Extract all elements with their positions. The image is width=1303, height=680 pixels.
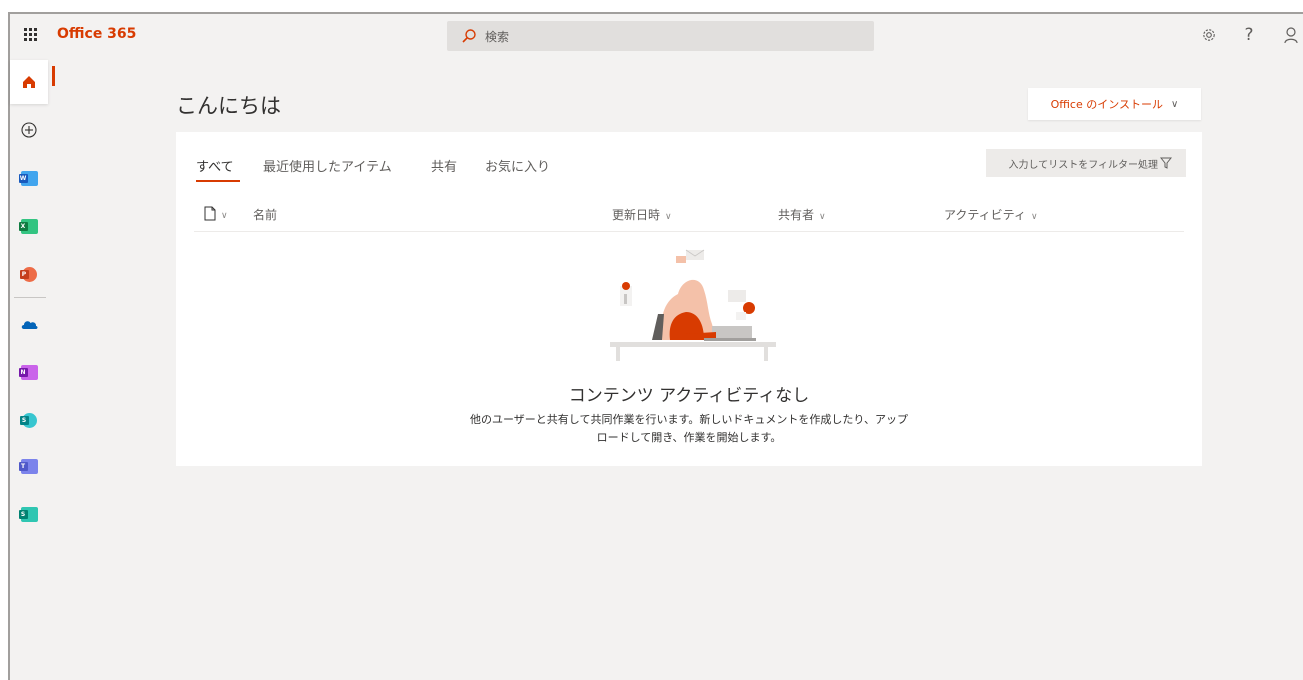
rail-onenote-button[interactable]: N: [10, 352, 48, 392]
rail-sway-button[interactable]: S: [10, 494, 48, 534]
documents-card: すべて 最近使用したアイテム 共有 お気に入り 入力してリストをフィルター処理 …: [176, 132, 1202, 466]
file-type-column-header[interactable]: ∨: [204, 206, 228, 221]
home-icon: [23, 76, 35, 88]
brand-title[interactable]: Office 365: [57, 26, 136, 42]
name-column-header[interactable]: 名前: [253, 206, 277, 223]
empty-state-line-1: 他のユーザーと共有して共同作業を行います。新しいドキュメントを作成したり、アップ: [470, 413, 908, 426]
document-icon: [204, 206, 216, 221]
word-icon: W: [18, 170, 38, 186]
help-icon[interactable]: ?: [1238, 24, 1260, 46]
filter-icon: [1160, 157, 1172, 169]
modified-column-header[interactable]: 更新日時 ∨: [612, 206, 672, 223]
tab-recent[interactable]: 最近使用したアイテム: [263, 156, 392, 175]
filter-input[interactable]: 入力してリストをフィルター処理: [986, 149, 1186, 177]
tab-all[interactable]: すべて: [196, 156, 234, 175]
shared-by-column-header[interactable]: 共有者 ∨: [778, 206, 826, 223]
sway-icon: S: [18, 506, 38, 522]
excel-icon: X: [18, 218, 38, 234]
modified-column-label: 更新日時: [612, 208, 661, 222]
shared-by-column-label: 共有者: [778, 208, 815, 222]
powerpoint-icon: P: [19, 266, 37, 282]
teams-icon: T: [18, 458, 38, 474]
onedrive-icon: [21, 321, 38, 329]
install-office-label: Office のインストール: [1050, 98, 1164, 111]
rail-sharepoint-button[interactable]: S: [10, 400, 48, 440]
chevron-down-icon: ∨: [1171, 98, 1179, 110]
sharepoint-icon: S: [19, 412, 37, 428]
app-launcher-icon[interactable]: [24, 28, 38, 42]
create-icon: [21, 122, 37, 138]
empty-state-description: 他のユーザーと共有して共同作業を行います。新しいドキュメントを作成したり、アップ…: [426, 411, 952, 447]
rail-onedrive-button[interactable]: [10, 304, 48, 344]
onenote-icon: N: [18, 364, 38, 380]
empty-state-title: コンテンツ アクティビティなし: [568, 386, 810, 406]
app-rail: W X P N S T S: [10, 58, 55, 680]
activity-column-label: アクティビティ: [944, 208, 1026, 222]
account-icon[interactable]: [1280, 24, 1302, 46]
search-placeholder: 検索: [485, 30, 510, 44]
tab-favorites[interactable]: お気に入り: [485, 156, 550, 175]
active-tab-underline: [196, 180, 240, 182]
rail-teams-button[interactable]: T: [10, 446, 48, 486]
filter-placeholder: 入力してリストをフィルター処理: [1008, 159, 1159, 171]
rail-separator: [14, 297, 46, 298]
empty-state-illustration: [610, 249, 776, 361]
window-frame-top: [0, 0, 1303, 12]
rail-create-button[interactable]: [10, 110, 48, 150]
header-divider: [194, 231, 1184, 232]
chevron-down-icon: ∨: [819, 212, 826, 222]
rail-word-button[interactable]: W: [10, 158, 48, 198]
rail-excel-button[interactable]: X: [10, 206, 48, 246]
search-icon: [462, 29, 476, 43]
search-box[interactable]: 検索: [447, 21, 874, 51]
tab-shared[interactable]: 共有: [431, 156, 457, 175]
top-bar: Office 365 検索 ?: [10, 14, 1303, 58]
activity-column-header[interactable]: アクティビティ ∨: [944, 206, 1038, 223]
install-office-button[interactable]: Office のインストール ∨: [1028, 88, 1201, 120]
window-frame-left: [0, 12, 8, 680]
rail-home-button[interactable]: [10, 60, 48, 104]
settings-gear-icon[interactable]: [1198, 24, 1220, 46]
empty-state-line-2: ロードして開き、作業を開始します。: [596, 431, 782, 444]
rail-powerpoint-button[interactable]: P: [10, 254, 48, 294]
active-indicator: [52, 66, 55, 86]
chevron-down-icon: ∨: [1030, 212, 1038, 222]
page-greeting: こんにちは: [176, 94, 281, 118]
chevron-down-icon: ∨: [665, 212, 672, 222]
chevron-down-icon: ∨: [221, 211, 228, 221]
